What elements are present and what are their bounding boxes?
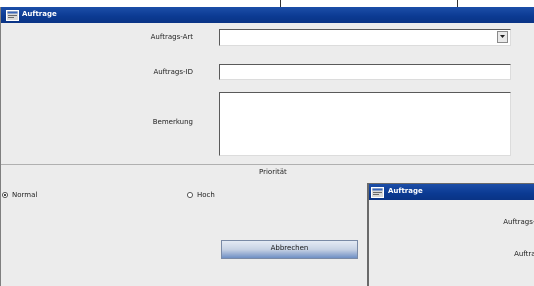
window-title: Auftrage (22, 10, 57, 18)
window2-auftrags-art-label: Auftrags-A (503, 218, 534, 226)
window2-titlebar[interactable]: Auftrage (369, 184, 534, 200)
auftrags-art-select[interactable] (219, 29, 511, 46)
priority-heading: Priorität (259, 168, 287, 176)
auftrags-id-label: Auftrags-ID (153, 68, 193, 76)
abbrechen-button[interactable]: Abbrechen (221, 240, 358, 259)
bemerkung-textarea[interactable] (219, 92, 511, 156)
window2-auftrags-id-label: Auftrag (514, 250, 534, 258)
auftrage-window-2: Auftrage Auftrags-A Auftrag (367, 183, 534, 286)
bemerkung-label: Bemerkung (152, 118, 193, 126)
desktop: Auftrage Auftrags-Art Auftrags-ID Bemerk… (0, 0, 534, 286)
priority-option-label: Hoch (197, 191, 215, 199)
auftrags-id-input[interactable] (219, 64, 511, 80)
section-divider (1, 164, 534, 165)
radio-checked-icon (2, 192, 8, 198)
priority-option-hoch[interactable]: Hoch (187, 191, 215, 199)
chevron-down-icon (500, 35, 505, 38)
radio-unchecked-icon (187, 192, 193, 198)
priority-option-label: Normal (12, 191, 38, 199)
window-app-icon (6, 10, 19, 21)
auftrags-art-label: Auftrags-Art (150, 33, 193, 41)
priority-option-normal[interactable]: Normal (2, 191, 37, 199)
dropdown-button[interactable] (497, 31, 508, 43)
window-titlebar[interactable]: Auftrage (1, 7, 534, 23)
window2-title: Auftrage (388, 187, 423, 195)
window-app-icon (371, 187, 384, 198)
